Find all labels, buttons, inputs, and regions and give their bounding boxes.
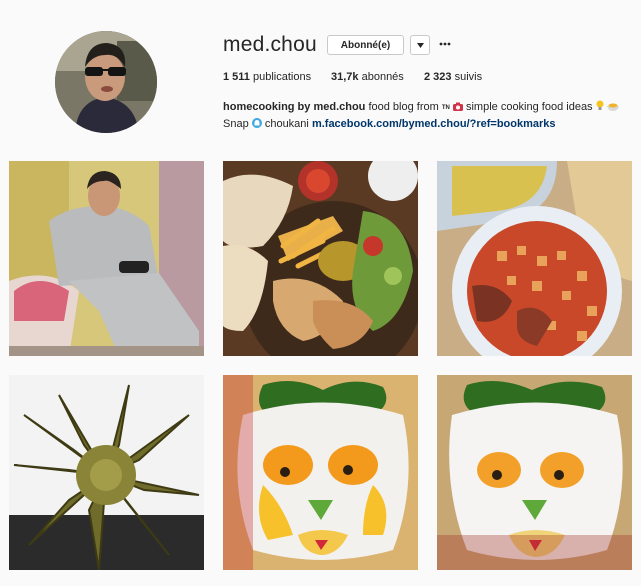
flag-tunisia-icon: TN bbox=[441, 105, 450, 111]
bio-website-link[interactable]: m.facebook.com/bymed.chou/?ref=bookmarks bbox=[312, 118, 556, 130]
followers-count: 31,7k bbox=[331, 71, 359, 83]
following-count: 2 323 bbox=[424, 71, 452, 83]
bio-name: homecooking by med.chou bbox=[223, 101, 366, 113]
camera-icon bbox=[452, 100, 463, 116]
stat-following[interactable]: 2 323 suivis bbox=[424, 71, 482, 83]
stat-posts: 1 511 publications bbox=[223, 71, 311, 83]
followers-label: abonnés bbox=[361, 71, 404, 83]
more-options-button[interactable] bbox=[438, 38, 452, 50]
food-bowl-icon bbox=[606, 100, 619, 116]
profile-avatar[interactable] bbox=[55, 31, 157, 133]
post-tile[interactable] bbox=[223, 161, 418, 356]
posts-count: 1 511 bbox=[223, 71, 250, 83]
post-image-fries-platter bbox=[223, 161, 418, 356]
ghost-icon bbox=[251, 117, 262, 133]
chevron-down-icon bbox=[416, 42, 424, 48]
post-tile[interactable] bbox=[437, 375, 632, 570]
post-tile[interactable] bbox=[9, 161, 204, 356]
bio-snap-handle: choukani bbox=[264, 118, 309, 130]
post-image-potato-stew bbox=[437, 161, 632, 356]
post-image-man-on-couch bbox=[9, 161, 204, 356]
profile-bio: homecooking by med.chou food blog from T… bbox=[223, 99, 633, 133]
post-tile[interactable] bbox=[9, 375, 204, 570]
more-options-icon bbox=[439, 42, 451, 46]
post-image-egg-face-variant bbox=[437, 375, 632, 570]
post-image-egg-face bbox=[223, 375, 418, 570]
following-button[interactable]: Abonné(e) bbox=[327, 35, 404, 55]
profile-username: med.chou bbox=[223, 33, 317, 56]
bio-text-1: food blog from bbox=[368, 101, 439, 113]
bio-line-1: homecooking by med.chou food blog from T… bbox=[223, 99, 633, 116]
lightbulb-icon bbox=[596, 100, 604, 116]
following-label: suivis bbox=[454, 71, 483, 83]
post-image-artichoke bbox=[9, 375, 204, 570]
post-tile[interactable] bbox=[437, 161, 632, 356]
posts-label: publications bbox=[252, 71, 312, 83]
avatar-photo bbox=[55, 31, 157, 133]
bio-text-2: simple cooking food ideas bbox=[465, 101, 593, 113]
suggestions-dropdown-button[interactable] bbox=[410, 35, 430, 55]
bio-snap-label: Snap bbox=[223, 118, 249, 130]
post-tile[interactable] bbox=[223, 375, 418, 570]
bio-line-2: Snap choukani m.facebook.com/bymed.chou/… bbox=[223, 116, 633, 133]
stat-followers[interactable]: 31,7k abonnés bbox=[331, 71, 404, 83]
